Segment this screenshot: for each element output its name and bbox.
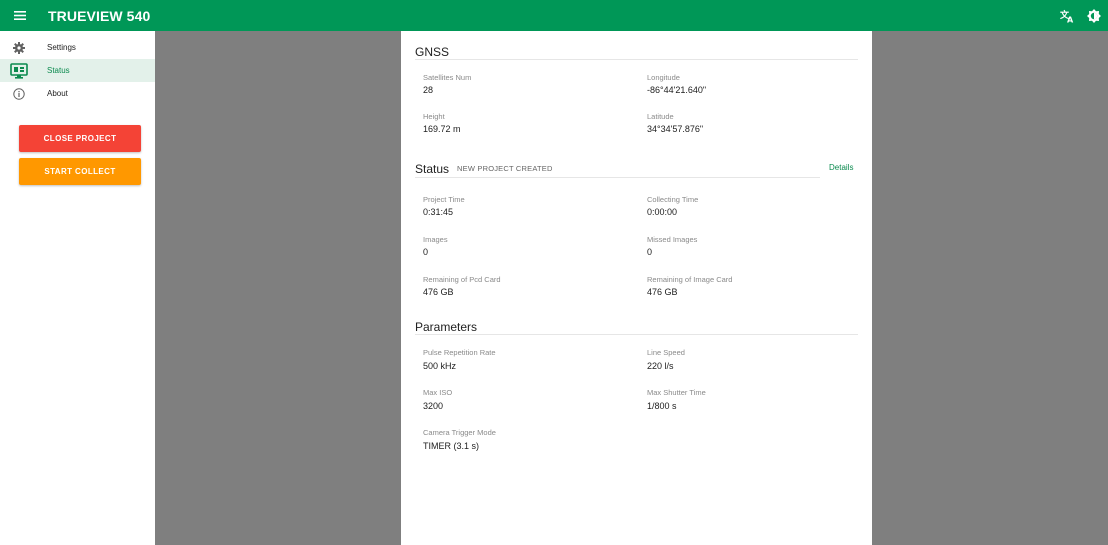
images-label: Images (423, 235, 448, 244)
collecting-time-label: Collecting Time (647, 195, 699, 204)
sidebar-item-status[interactable]: Status (0, 59, 155, 82)
start-collect-button[interactable]: START COLLECT (19, 158, 141, 185)
max-shutter-value: 1/800 s (647, 401, 677, 411)
menu-icon[interactable] (0, 0, 40, 31)
info-icon (10, 85, 28, 103)
parameters-section-title: Parameters (415, 320, 478, 334)
satellites-value: 28 (423, 85, 434, 95)
sidebar-item-label: Status (47, 66, 70, 75)
image-card-value: 476 GB (647, 287, 678, 297)
missed-images-label: Missed Images (647, 235, 698, 244)
trigger-mode-value: TIMER (3.1 s) (423, 441, 480, 451)
line-speed-value: 220 l/s (647, 361, 674, 371)
pcd-card-label: Remaining of Pcd Card (423, 275, 501, 284)
satellites-label: Satellites Num (423, 73, 472, 82)
image-card-label: Remaining of Image Card (647, 275, 733, 284)
divider (415, 59, 858, 60)
status-panel: GNSS Satellites Num 28 Longitude -86°44'… (401, 31, 872, 545)
max-shutter-label: Max Shutter Time (647, 388, 706, 397)
pcd-card-value: 476 GB (423, 287, 454, 297)
status-subtitle: NEW PROJECT CREATED (457, 164, 553, 173)
gnss-section-title: GNSS (415, 45, 450, 59)
height-value: 169.72 m (423, 124, 461, 134)
latitude-label: Latitude (647, 112, 674, 121)
svg-text:A: A (1067, 15, 1074, 23)
status-section-title: Status (415, 162, 450, 176)
close-project-button[interactable]: CLOSE PROJECT (19, 125, 141, 152)
longitude-label: Longitude (647, 73, 680, 82)
sidebar-item-about[interactable]: About (0, 82, 155, 105)
gear-icon (10, 39, 28, 57)
collecting-time-value: 0:00:00 (647, 207, 678, 217)
app-title: TRUEVIEW 540 (48, 7, 151, 24)
line-speed-label: Line Speed (647, 348, 685, 357)
max-iso-label: Max ISO (423, 388, 453, 397)
sidebar-item-label: About (47, 89, 68, 98)
top-actions: 文 A (1060, 0, 1102, 31)
prr-value: 500 kHz (423, 361, 457, 371)
divider (415, 177, 820, 178)
trigger-mode-label: Camera Trigger Mode (423, 428, 496, 437)
translate-icon[interactable]: 文 A (1060, 8, 1076, 24)
sidebar-item-label: Settings (47, 43, 76, 52)
max-iso-value: 3200 (423, 401, 444, 411)
divider (415, 334, 858, 335)
sidebar: Settings Status About CLOSE PROJECT STAR… (0, 31, 155, 545)
images-value: 0 (423, 247, 429, 257)
contrast-icon[interactable] (1086, 8, 1102, 24)
details-link[interactable]: Details (829, 163, 853, 172)
missed-images-value: 0 (647, 247, 653, 257)
app-bar: TRUEVIEW 540 文 A (0, 0, 1108, 31)
project-time-value: 0:31:45 (423, 207, 454, 217)
longitude-value: -86°44'21.640" (647, 85, 707, 95)
sidebar-item-settings[interactable]: Settings (0, 36, 155, 59)
height-label: Height (423, 112, 445, 121)
latitude-value: 34°34'57.876" (647, 124, 704, 134)
project-time-label: Project Time (423, 195, 465, 204)
monitor-icon (10, 62, 28, 80)
prr-label: Pulse Repetition Rate (423, 348, 496, 357)
